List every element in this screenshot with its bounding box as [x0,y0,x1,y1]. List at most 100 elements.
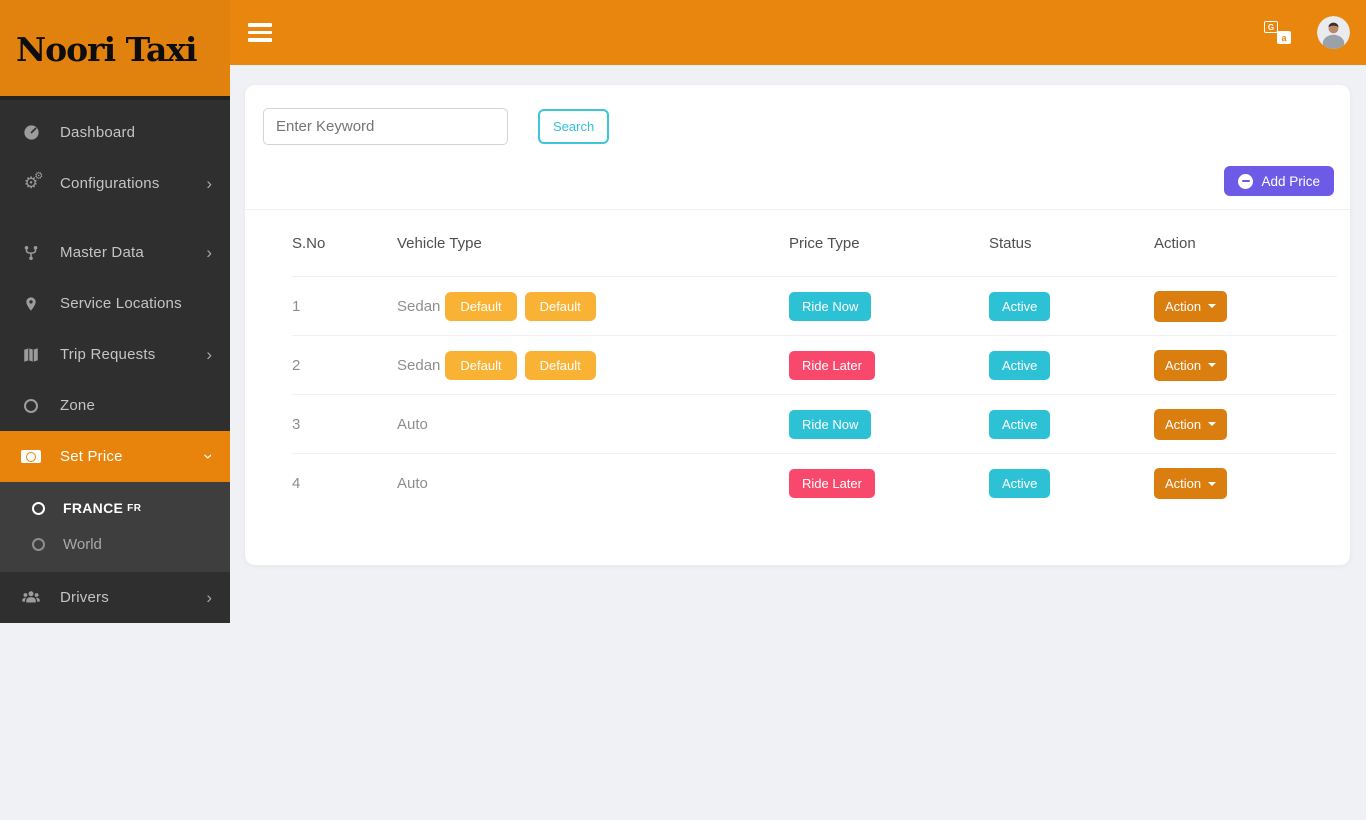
main-content: Search Add Price S.No Vehicle Type Price… [230,65,1366,820]
column-header-action: Action [1154,235,1337,252]
price-table: S.No Vehicle Type Price Type Status Acti… [245,210,1350,513]
chevron-right-icon: › [206,589,212,606]
cell-action: Action [1154,350,1337,381]
chevron-right-icon: › [206,346,212,363]
logo-block: Noori Taxi [0,0,230,100]
cell-vehicle-type: SedanDefaultDefault [397,292,789,321]
vehicle-type-label: Sedan [397,357,440,374]
cell-vehicle-type: Auto [397,475,789,492]
table-header-row: S.No Vehicle Type Price Type Status Acti… [292,210,1337,277]
sidebar-item-trip-requests[interactable]: Trip Requests › [0,329,230,380]
radio-circle-icon [32,538,45,551]
price-type-badge: Ride Now [789,410,871,439]
price-type-badge: Ride Later [789,351,875,380]
brand-logo: Noori Taxi [16,30,230,69]
users-icon [20,589,42,606]
table-row: 3AutoRide Now Active Action [292,395,1337,454]
sidebar-item-dashboard[interactable]: Dashboard [0,107,230,158]
default-badge: Default [525,292,596,321]
sidebar-item-label: Master Data [60,244,144,261]
caret-down-icon [1208,363,1216,367]
add-price-label: Add Price [1261,174,1320,189]
chevron-right-icon: › [206,244,212,261]
add-price-icon [1238,174,1253,189]
price-type-badge: Ride Later [789,469,875,498]
action-dropdown-button[interactable]: Action [1154,350,1227,381]
submenu-item-label: World [63,536,102,553]
action-dropdown-button[interactable]: Action [1154,291,1227,322]
action-dropdown-button[interactable]: Action [1154,409,1227,440]
sidebar-item-label: Trip Requests [60,346,155,363]
sidebar-item-master-data[interactable]: Master Data › [0,227,230,278]
sidebar-item-label: Zone [60,397,95,414]
country-code-tag: FR [127,503,141,514]
caret-down-icon [1208,422,1216,426]
radio-circle-icon [32,502,45,515]
search-row: Search [245,85,1350,145]
map-icon [20,346,42,364]
cell-status: Active [989,410,1154,439]
money-bill-icon [20,450,42,463]
caret-down-icon [1208,304,1216,308]
cell-sno: 3 [292,416,397,433]
chevron-down-icon: › [201,454,218,460]
hamburger-menu-icon[interactable] [248,19,272,46]
sidebar-item-label: Dashboard [60,124,135,141]
translate-back-glyph: G [1264,21,1278,33]
cell-sno: 2 [292,357,397,374]
column-header-vehicle-type: Vehicle Type [397,235,789,252]
cell-price-type: Ride Now [789,410,989,439]
submenu-item-label: FRANCE [63,500,123,516]
sidebar-item-zone[interactable]: Zone [0,380,230,431]
chevron-right-icon: › [206,175,212,192]
user-avatar[interactable] [1317,16,1350,49]
cell-price-type: Ride Later [789,469,989,498]
cell-price-type: Ride Later [789,351,989,380]
search-input[interactable] [263,108,508,145]
gears-icon: ⚙⚙ [20,176,42,192]
map-pin-icon [20,295,42,313]
default-badge: Default [445,292,516,321]
cell-price-type: Ride Now [789,292,989,321]
add-price-button[interactable]: Add Price [1224,166,1334,196]
sidebar-item-label: Drivers [60,589,109,606]
cell-action: Action [1154,409,1337,440]
default-badge: Default [445,351,516,380]
submenu-item-france[interactable]: FRANCE FR [0,490,230,526]
price-type-badge: Ride Now [789,292,871,321]
cell-sno: 4 [292,475,397,492]
action-dropdown-button[interactable]: Action [1154,468,1227,499]
cell-action: Action [1154,291,1337,322]
cell-action: Action [1154,468,1337,499]
sidebar-item-set-price[interactable]: Set Price › [0,431,230,482]
sidebar-item-label: Set Price [60,448,123,465]
search-button[interactable]: Search [538,109,609,144]
cell-status: Active [989,292,1154,321]
status-badge: Active [989,410,1050,439]
status-badge: Active [989,469,1050,498]
table-row: 2SedanDefaultDefaultRide LaterActiveActi… [292,336,1337,395]
topbar: G a [230,0,1366,65]
sidebar-item-label: Service Locations [60,295,182,312]
sidebar-item-configurations[interactable]: ⚙⚙ Configurations › [0,158,230,209]
dashboard-gauge-icon [20,123,42,142]
cell-status: Active [989,351,1154,380]
sidebar-item-service-locations[interactable]: Service Locations [0,278,230,329]
cell-status: Active [989,469,1154,498]
code-branch-icon [20,244,42,262]
sidebar-item-label: Configurations [60,175,160,192]
addprice-row: Add Price [245,166,1350,196]
table-row: 1SedanDefaultDefaultRide NowActiveAction [292,277,1337,336]
column-header-price-type: Price Type [789,235,989,252]
cell-sno: 1 [292,298,397,315]
column-header-status: Status [989,235,1154,252]
translate-icon[interactable]: G a [1264,21,1291,44]
sidebar: Noori Taxi Dashboard ⚙⚙ Configurations ›… [0,0,230,623]
submenu-item-world[interactable]: World [0,526,230,562]
status-badge: Active [989,292,1050,321]
cell-vehicle-type: Auto [397,416,789,433]
table-body: 1SedanDefaultDefaultRide NowActiveAction… [292,277,1337,513]
sidebar-item-drivers[interactable]: Drivers › [0,572,230,623]
content-card: Search Add Price S.No Vehicle Type Price… [245,85,1350,565]
vehicle-type-label: Auto [397,475,428,492]
